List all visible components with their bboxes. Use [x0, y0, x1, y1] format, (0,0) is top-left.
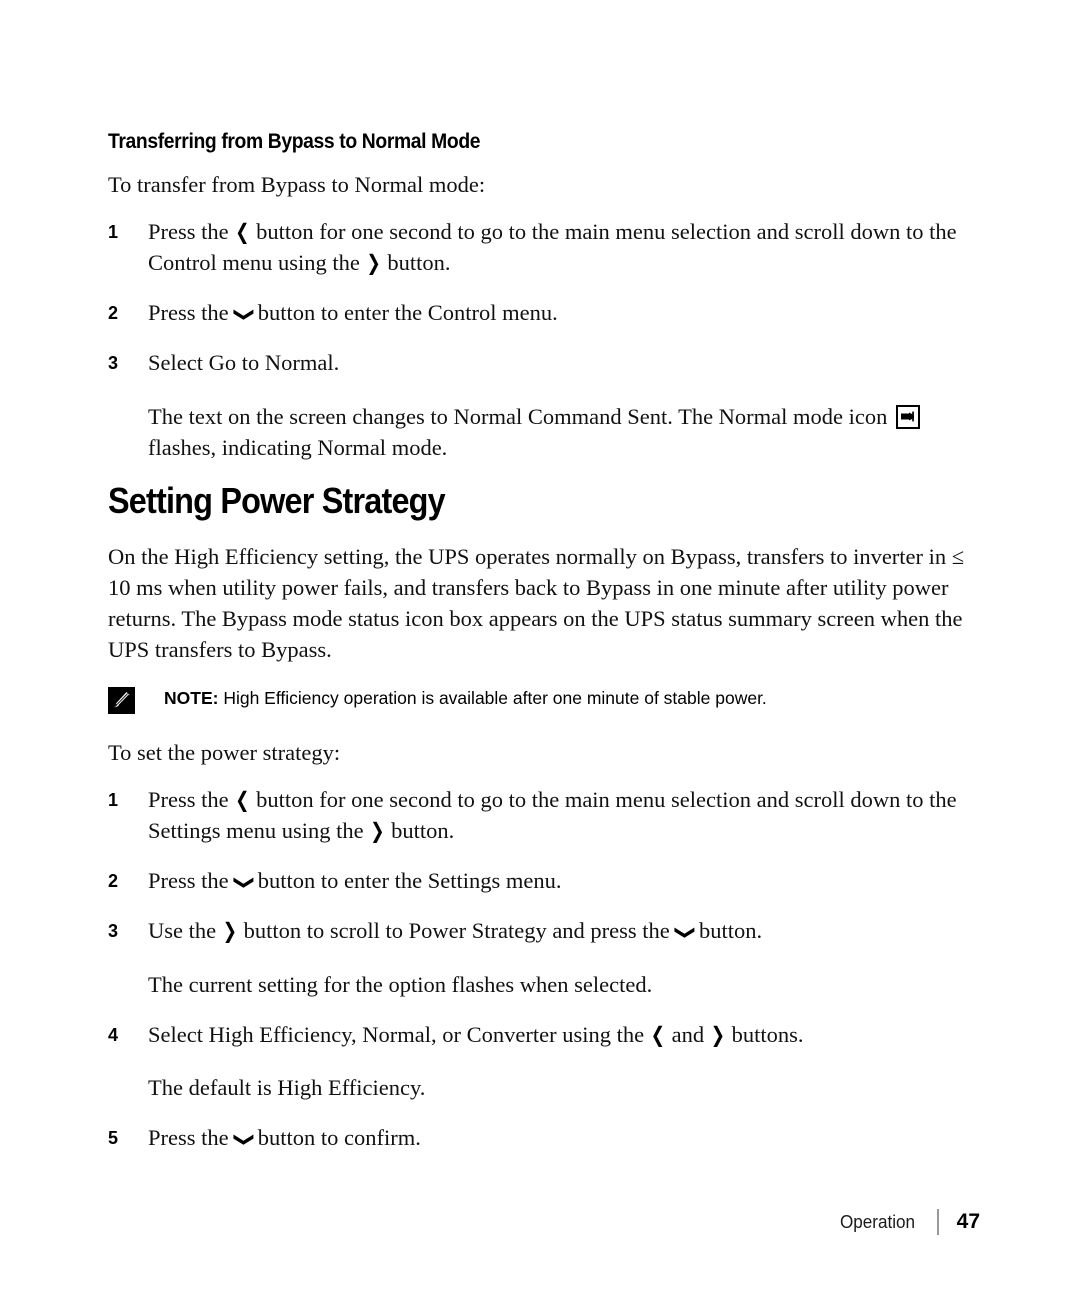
normal-mode-icon — [896, 404, 921, 429]
step-number: 4 — [108, 1024, 119, 1045]
right-arrow-button-icon: ❯ — [366, 251, 381, 277]
step-text-after: button for one second to go to the main … — [148, 219, 957, 276]
step-text-end: buttons. — [731, 1021, 804, 1047]
result-text-before: The text on the screen changes to Normal… — [148, 403, 888, 429]
step-text-end: button. — [391, 818, 455, 844]
step-number: 3 — [108, 353, 119, 374]
step-text-after: button to enter the Control menu. — [257, 300, 558, 326]
note-body: High Efficiency operation is available a… — [223, 688, 767, 709]
note-label: NOTE: — [164, 688, 219, 709]
left-arrow-button-icon: ❮ — [235, 788, 250, 814]
transfer-result-paragraph: The text on the screen changes to Normal… — [108, 401, 968, 463]
step-text-end: button. — [387, 250, 451, 276]
step-text-after: button to enter the Settings menu. — [257, 868, 562, 894]
down-arrow-button-icon: ❮ — [231, 1131, 255, 1148]
step-item: 3 Select Go to Normal. — [108, 347, 968, 378]
down-arrow-button-icon: ❮ — [231, 306, 255, 323]
intro-power-strategy: To set the power strategy: — [108, 740, 341, 766]
steps-list-power-strategy: 1 Press the ❮ button for one second to g… — [108, 784, 968, 946]
left-arrow-button-icon: ❮ — [235, 220, 250, 246]
down-arrow-button-icon: ❮ — [231, 874, 255, 891]
note-text-line: NOTE: High Efficiency operation is avail… — [164, 688, 767, 708]
step-item: 4 Select High Efficiency, Normal, or Con… — [108, 1019, 968, 1050]
step-text-before: Press the — [148, 787, 229, 813]
step-text-before: Press the — [148, 219, 229, 245]
step-item: 2 Press the ❮ button to enter the Contro… — [108, 297, 968, 328]
footer-section-label: Operation — [839, 1211, 915, 1232]
step-text-after: and — [671, 1021, 705, 1047]
document-page: Transferring from Bypass to Normal Mode … — [0, 0, 1080, 1295]
note-callout: NOTE: High Efficiency operation is avail… — [108, 685, 968, 715]
steps-list-transfer: 1 Press the ❮ button for one second to g… — [108, 216, 968, 378]
step-item: 3 Use the ❯ button to scroll to Power St… — [108, 915, 968, 946]
step-text-before: Select High Efficiency, Normal, or Conve… — [148, 1021, 645, 1047]
note-pencil-icon — [108, 687, 135, 715]
step-number: 3 — [108, 921, 119, 942]
right-arrow-button-icon: ❯ — [370, 819, 385, 845]
step-number: 2 — [108, 303, 119, 324]
step-item: 5 Press the ❮ button to confirm. — [108, 1122, 968, 1153]
step-number: 5 — [108, 1128, 119, 1149]
substep-default-setting: The default is High Efficiency. — [148, 1075, 426, 1101]
page-footer: Operation 47 — [836, 1209, 980, 1235]
steps-list-power-strategy-final: 5 Press the ❮ button to confirm. — [108, 1122, 968, 1153]
step-text-after: button for one second to go to the main … — [148, 787, 957, 844]
intro-transfer: To transfer from Bypass to Normal mode: — [108, 172, 486, 198]
step-number: 1 — [108, 790, 119, 811]
power-strategy-description: On the High Efficiency setting, the UPS … — [108, 544, 965, 663]
page-number: 47 — [956, 1210, 980, 1233]
steps-list-power-strategy-cont: 4 Select High Efficiency, Normal, or Con… — [108, 1019, 968, 1050]
step-text-before: Press the — [148, 300, 229, 326]
result-text-after: flashes, indicating Normal mode. — [148, 434, 448, 460]
step-text-before: Press the — [148, 868, 229, 894]
step-item: 1 Press the ❮ button for one second to g… — [108, 216, 968, 278]
step-text-after: button to confirm. — [257, 1125, 421, 1151]
step-text-before: Press the — [148, 1125, 229, 1151]
down-arrow-button-icon: ❮ — [672, 924, 696, 941]
step-text-before: Select Go to Normal. — [148, 350, 340, 376]
right-arrow-button-icon: ❯ — [222, 919, 237, 945]
substep-current-setting: The current setting for the option flash… — [148, 971, 653, 997]
step-number: 2 — [108, 871, 119, 892]
chapter-heading-power-strategy: Setting Power Strategy — [108, 479, 446, 521]
step-item: 2 Press the ❮ button to enter the Settin… — [108, 865, 968, 896]
step-number: 1 — [108, 222, 119, 243]
section-heading-transferring: Transferring from Bypass to Normal Mode — [108, 130, 481, 153]
step-text-end: button. — [698, 918, 763, 944]
left-arrow-button-icon: ❮ — [650, 1023, 665, 1049]
step-item: 1 Press the ❮ button for one second to g… — [108, 784, 968, 846]
step-text-after: button to scroll to Power Strategy and p… — [243, 918, 670, 944]
right-arrow-button-icon: ❯ — [710, 1023, 725, 1049]
footer-divider — [936, 1209, 939, 1235]
page-content: Transferring from Bypass to Normal Mode … — [108, 130, 968, 1172]
step-text-before: Use the — [148, 918, 217, 944]
